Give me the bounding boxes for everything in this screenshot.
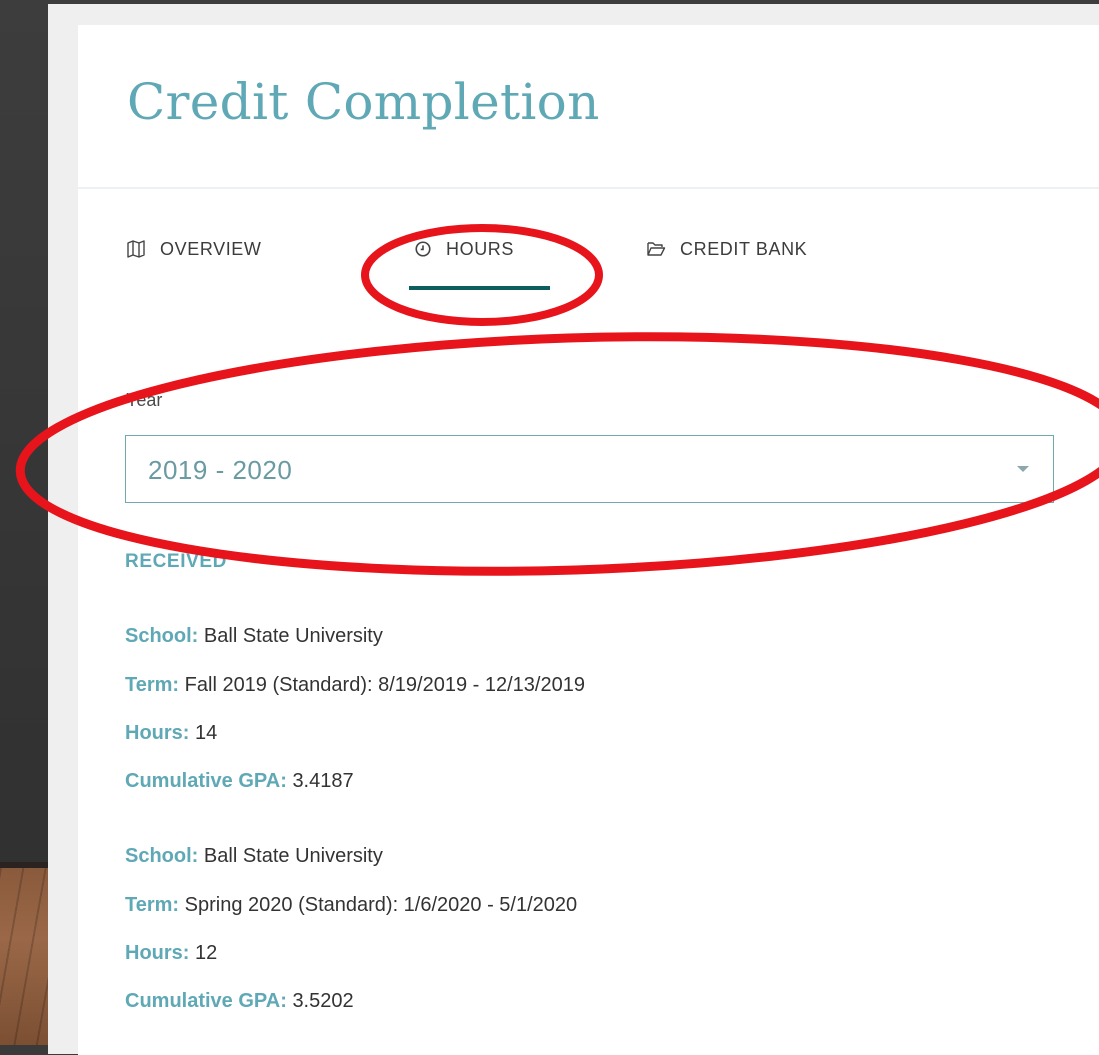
folder-open-icon <box>647 242 666 256</box>
record-hours: Hours: 12 <box>125 942 217 965</box>
tab-overview-label: OVERVIEW <box>160 238 262 259</box>
record-gpa: Cumulative GPA: 3.4187 <box>125 770 354 793</box>
record-gpa: Cumulative GPA: 3.5202 <box>125 990 354 1013</box>
hours-key: Hours: <box>125 722 190 744</box>
received-heading: RECEIVED <box>125 551 227 572</box>
year-select[interactable]: 2019 - 2020 <box>125 435 1054 503</box>
record-term: Term: Spring 2020 (Standard): 1/6/2020 -… <box>125 894 577 917</box>
school-value: Ball State University <box>203 625 383 647</box>
term-key: Term: <box>125 674 180 696</box>
tab-credit-bank[interactable]: CREDIT BANK <box>646 226 807 272</box>
hours-value: 14 <box>195 722 218 744</box>
tab-hours[interactable]: HOURS <box>414 226 514 272</box>
tab-credit-bank-label: CREDIT BANK <box>680 238 808 259</box>
year-label: Year <box>126 390 163 410</box>
term-value: Spring 2020 (Standard): 1/6/2020 - 5/1/2… <box>184 894 578 916</box>
term-key: Term: <box>125 894 180 916</box>
card-header: Credit Completion <box>78 25 1099 189</box>
hours-value: 12 <box>195 942 218 964</box>
school-value: Ball State University <box>203 845 383 867</box>
record-school: School: Ball State University <box>125 625 383 648</box>
school-key: School: <box>125 625 199 647</box>
year-select-value: 2019 - 2020 <box>148 455 293 485</box>
gpa-value: 3.4187 <box>292 770 354 792</box>
gpa-key: Cumulative GPA: <box>125 990 287 1012</box>
gpa-key: Cumulative GPA: <box>125 770 287 792</box>
hours-key: Hours: <box>125 942 190 964</box>
gpa-value: 3.5202 <box>292 990 354 1012</box>
map-icon <box>127 240 145 258</box>
record-school: School: Ball State University <box>125 845 383 868</box>
term-value: Fall 2019 (Standard): 8/19/2019 - 12/13/… <box>184 674 585 696</box>
caret-down-icon <box>1017 466 1029 472</box>
clock-icon <box>415 241 431 257</box>
record-term: Term: Fall 2019 (Standard): 8/19/2019 - … <box>125 674 585 697</box>
page-title: Credit Completion <box>127 73 600 131</box>
tab-hours-label: HOURS <box>446 238 515 259</box>
active-tab-indicator <box>409 286 550 290</box>
record-hours: Hours: 14 <box>125 722 217 745</box>
tab-overview[interactable]: OVERVIEW <box>126 226 262 272</box>
school-key: School: <box>125 845 199 867</box>
